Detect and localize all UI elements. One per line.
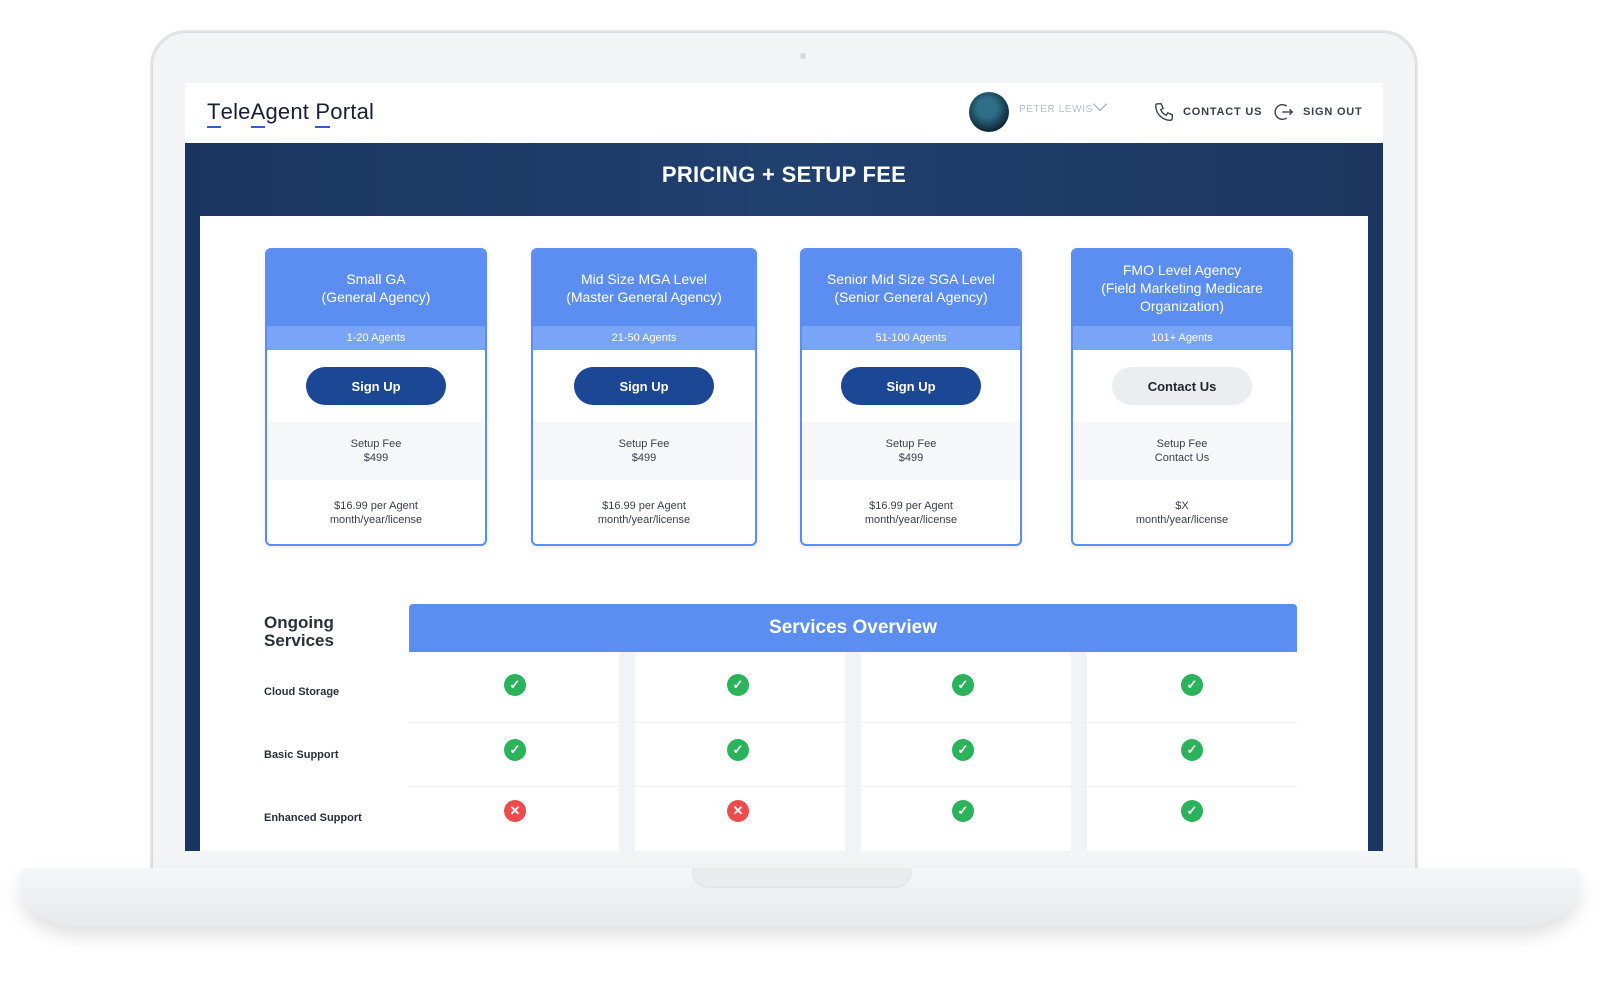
setup-fee-value: $499 [631,452,657,464]
cross-icon: ✕ [504,800,526,822]
agent-range: 51-100 Agents [802,326,1020,350]
logo-letter: P [315,99,331,124]
plan-name: FMO Level Agency [1122,262,1242,278]
page-title: PRICING + SETUP FEE [661,162,907,187]
logo-letter: A [250,99,266,124]
check-icon: ✓ [1181,800,1203,822]
sign-up-button[interactable]: Sign Up [574,367,714,405]
setup-fee-value: $499 [898,452,924,464]
services-grid: ✓ ✓ ✓ ✓ ✓ ✓ ✓ ✓ ✕ ✕ ✓ ✓ [409,652,1297,851]
price-value: $16.99 per Agent [869,500,953,512]
contact-us-button[interactable]: Contact Us [1112,367,1252,405]
setup-fee: Setup Fee Contact Us [1073,422,1291,480]
logo-text: ele [220,99,251,124]
avatar[interactable] [969,92,1009,132]
plan-price: $X month/year/license [1073,480,1291,544]
price-value: $X [1175,500,1189,512]
plan-title: Mid Size MGA Level (Master General Agency… [533,250,755,326]
plan-card-fmo-level: FMO Level Agency (Field Marketing Medicar… [1071,248,1293,546]
agent-range: 21-50 Agents [533,326,755,350]
price-term: month/year/license [864,514,958,526]
setup-fee: Setup Fee $499 [802,422,1020,480]
sign-out-icon [1274,103,1294,121]
user-name[interactable]: PETER LEWIS [1019,104,1093,115]
plan-subtitle: (Senior General Agency) [834,289,988,305]
plan-card-mid-size-mga: Mid Size MGA Level (Master General Agency… [531,248,757,546]
screen: TeleAgent Portal PETER LEWIS CONTACT US … [185,83,1383,851]
sign-up-button[interactable]: Sign Up [306,367,446,405]
plan-card-small-ga: Small GA (General Agency) 1-20 Agents Sig… [265,248,487,546]
ongoing-services-line: Services [264,631,334,650]
setup-fee-value: Contact Us [1154,452,1210,464]
chevron-down-icon[interactable] [1092,96,1108,112]
check-icon: ✓ [1181,674,1203,696]
plan-name: Small GA [346,271,406,287]
plan-price: $16.99 per Agent month/year/license [267,480,485,544]
plan-subtitle: (Master General Agency) [566,289,722,305]
plan-price: $16.99 per Agent month/year/license [533,480,755,544]
plan-card-senior-mid-size-sga: Senior Mid Size SGA Level (Senior General… [800,248,1022,546]
check-icon: ✓ [952,739,974,761]
pricing-panel: Small GA (General Agency) 1-20 Agents Sig… [200,216,1368,851]
plan-title: Small GA (General Agency) [267,250,485,326]
check-icon: ✓ [504,739,526,761]
check-icon: ✓ [952,674,974,696]
setup-fee-label: Setup Fee [885,438,937,450]
plan-subtitle: (Field Marketing Medicare [1101,280,1263,296]
sign-up-button[interactable]: Sign Up [841,367,981,405]
row-divider [409,786,1297,787]
setup-fee: Setup Fee $499 [533,422,755,480]
contact-us-link[interactable]: CONTACT US [1153,97,1262,127]
plan-price: $16.99 per Agent month/year/license [802,480,1020,544]
logo-letter: T [207,99,221,124]
row-divider [409,722,1297,723]
setup-fee-label: Setup Fee [1156,438,1208,450]
plan-name: Senior Mid Size SGA Level [826,271,996,287]
ongoing-services-line: Ongoing [264,613,334,632]
services-overview-header: Services Overview [409,604,1297,652]
check-icon: ✓ [504,674,526,696]
check-icon: ✓ [952,800,974,822]
ongoing-services-title: Ongoing Services [264,614,334,650]
check-icon: ✓ [727,674,749,696]
logo-text: gent [265,99,316,124]
teleagent-portal-logo[interactable]: TeleAgent Portal [207,99,374,125]
price-value: $16.99 per Agent [334,500,418,512]
setup-fee-label: Setup Fee [350,438,402,450]
price-term: month/year/license [1135,514,1229,526]
plan-title: Senior Mid Size SGA Level (Senior General… [802,250,1020,326]
cross-icon: ✕ [727,800,749,822]
service-label-cloud-storage: Cloud Storage [264,686,340,698]
logo-text: ortal [330,99,375,124]
price-term: month/year/license [597,514,691,526]
check-icon: ✓ [1181,739,1203,761]
agent-range: 101+ Agents [1073,326,1291,350]
plan-subtitle: (General Agency) [321,289,431,305]
setup-fee: Setup Fee $499 [267,422,485,480]
price-value: $16.99 per Agent [602,500,686,512]
sign-out-link[interactable]: SIGN OUT [1273,97,1363,127]
check-icon: ✓ [727,739,749,761]
plan-name: Mid Size MGA Level [580,271,708,287]
phone-icon [1155,103,1173,121]
plan-subtitle: Organization) [1139,298,1225,314]
laptop-notch [692,868,912,888]
sign-out-label: SIGN OUT [1303,106,1363,118]
service-label-basic-support: Basic Support [264,749,339,761]
top-navigation: TeleAgent Portal PETER LEWIS CONTACT US … [185,83,1383,143]
service-label-enhanced-support: Enhanced Support [264,812,362,824]
camera-dot [800,53,806,59]
contact-us-label: CONTACT US [1183,106,1263,118]
agent-range: 1-20 Agents [267,326,485,350]
plan-title: FMO Level Agency (Field Marketing Medicar… [1073,250,1291,326]
setup-fee-value: $499 [363,452,389,464]
setup-fee-label: Setup Fee [618,438,670,450]
price-term: month/year/license [329,514,423,526]
